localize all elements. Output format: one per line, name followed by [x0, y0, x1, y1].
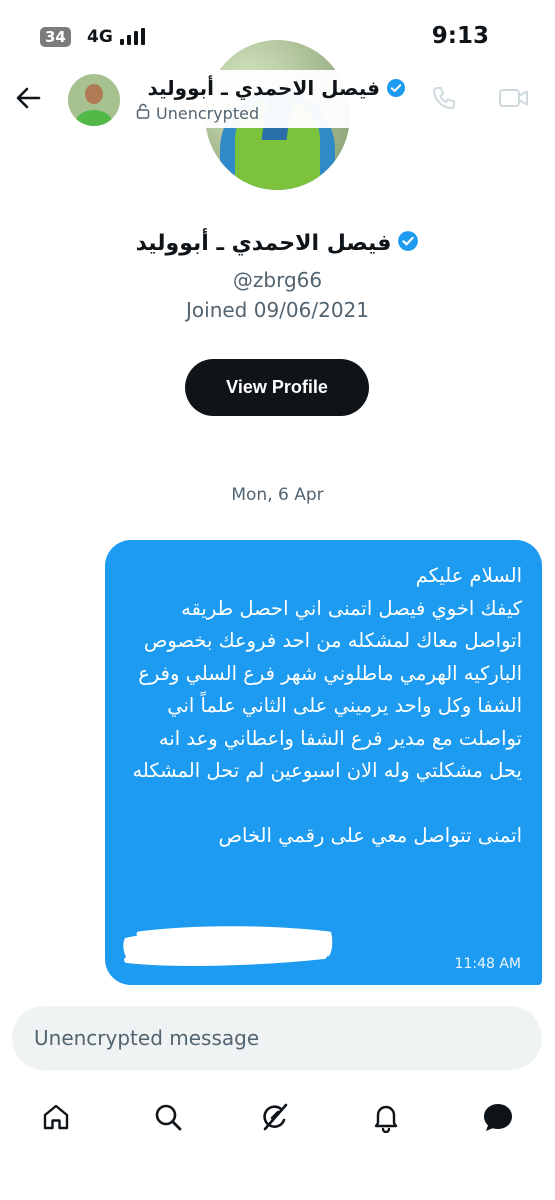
lock-open-icon [136, 103, 150, 123]
profile-handle: @zbrg66 [232, 268, 323, 292]
message-text: السلام عليكم كيفك اخوي فيصل اتمنى اني اح… [132, 564, 522, 847]
phone-icon[interactable] [430, 84, 458, 112]
profile-name: فيصل الاحمدي ـ أبووليد [135, 230, 392, 256]
profile-name-row: فيصل الاحمدي ـ أبووليد [0, 230, 555, 256]
message-composer [12, 1006, 542, 1070]
clock: 9:13 [431, 23, 489, 49]
view-profile-button[interactable]: View Profile [185, 359, 369, 416]
header-contact-name[interactable]: فيصل الاحمدي ـ أبووليد [147, 76, 380, 100]
bell-icon[interactable] [368, 1099, 404, 1135]
verified-badge-icon [397, 230, 419, 256]
search-icon[interactable] [150, 1099, 186, 1135]
conversation-header: فيصل الاحمدي ـ أبووليد Unencrypted [0, 70, 555, 128]
battery-indicator: 34 [40, 27, 71, 47]
signal-icon [120, 28, 145, 45]
header-avatar[interactable] [68, 74, 120, 126]
home-icon[interactable] [38, 1099, 74, 1135]
profile-joined-date: Joined 09/06/2021 [186, 298, 369, 322]
date-separator: Mon, 6 Apr [231, 485, 324, 505]
message-bubble[interactable]: السلام عليكم كيفك اخوي فيصل اتمنى اني اح… [105, 540, 542, 985]
grok-icon[interactable] [257, 1099, 293, 1135]
redaction-scribble [119, 920, 337, 975]
video-camera-icon[interactable] [498, 84, 530, 112]
bottom-navigation [0, 1085, 555, 1145]
verified-badge-icon [386, 78, 406, 98]
message-input[interactable] [34, 1006, 514, 1070]
encryption-status: Unencrypted [136, 103, 259, 123]
messages-icon[interactable] [480, 1099, 516, 1135]
encryption-label: Unencrypted [156, 103, 260, 123]
message-timestamp: 11:48 AM [454, 956, 521, 972]
network-type: 4G [87, 27, 113, 47]
back-arrow-icon[interactable] [14, 84, 42, 112]
